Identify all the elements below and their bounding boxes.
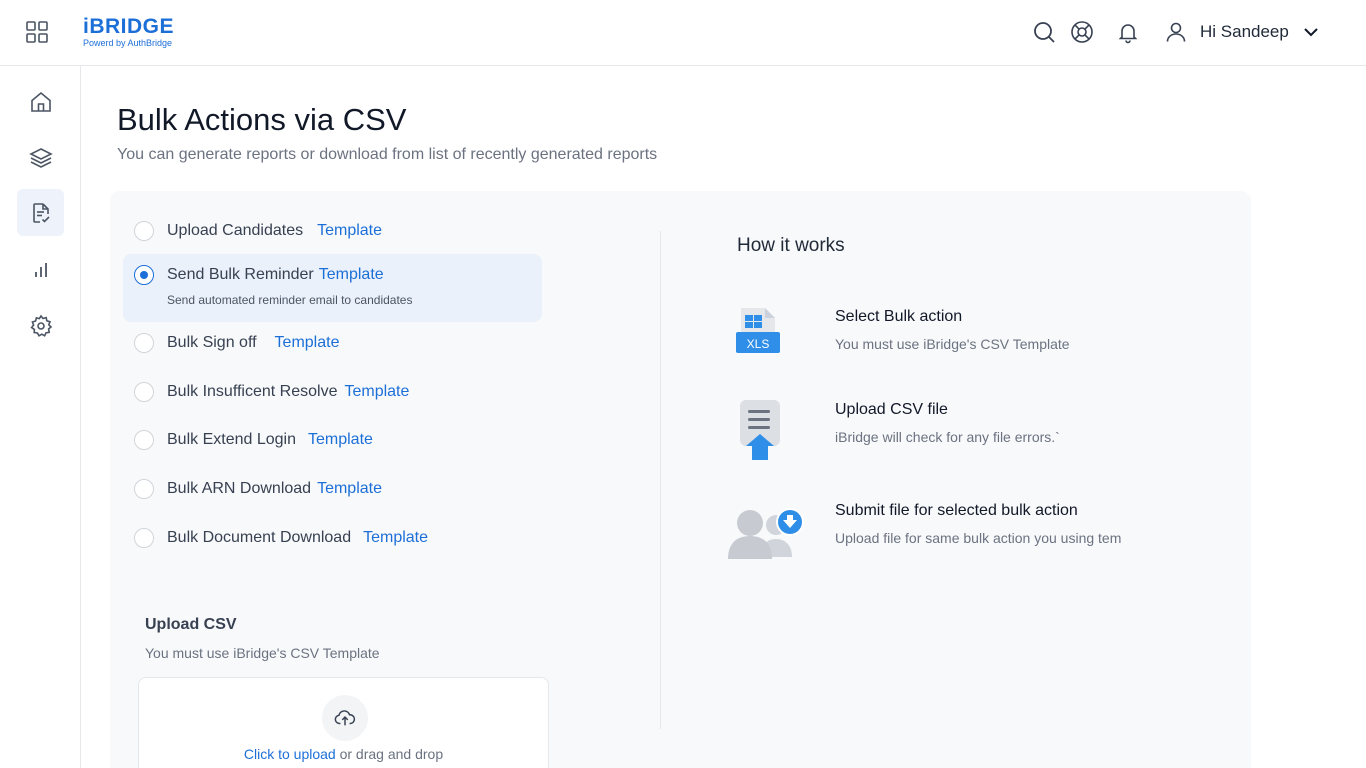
home-icon — [30, 91, 51, 112]
bell-icon[interactable] — [1116, 20, 1140, 44]
user-menu[interactable]: Hi Sandeep — [1164, 20, 1319, 44]
dropzone-text: Click to upload or drag and drop — [139, 746, 548, 762]
option-description: Send automated reminder email to candida… — [167, 293, 413, 307]
search-icon[interactable] — [1032, 20, 1056, 44]
logo-subtitle: Powerd by AuthBridge — [83, 38, 173, 48]
option-label: Bulk Document Download — [167, 529, 352, 546]
bar-chart-icon — [34, 262, 47, 277]
radio-button[interactable] — [134, 430, 154, 450]
option-label: Bulk ARN Download — [167, 480, 312, 497]
radio-button[interactable] — [134, 528, 154, 548]
panel-divider — [660, 231, 661, 729]
upload-document-icon — [740, 400, 780, 460]
page-subtitle: You can generate reports or download fro… — [117, 146, 658, 163]
upload-dropzone[interactable]: Click to upload or drag and drop — [138, 677, 549, 768]
option-label: Bulk Extend Login — [167, 431, 296, 448]
xls-file-icon: XLS — [736, 308, 780, 353]
how-it-works-title: How it works — [737, 235, 845, 256]
sidebar — [0, 66, 81, 768]
chevron-down-icon[interactable] — [1303, 24, 1319, 40]
radio-button[interactable] — [134, 333, 154, 353]
sidebar-item-home[interactable] — [17, 78, 64, 125]
template-link[interactable]: Template — [308, 431, 373, 449]
document-check-icon — [32, 202, 50, 223]
page-title: Bulk Actions via CSV — [117, 102, 407, 137]
step-2-title: Upload CSV file — [835, 401, 948, 418]
option-bulk-insufficent-resolve[interactable]: Bulk Insufficent Resolve Template — [134, 382, 409, 402]
option-upload-candidates[interactable]: Upload Candidates Template — [134, 221, 382, 241]
help-lifebuoy-icon[interactable] — [1070, 20, 1094, 44]
logo-title: iBRIDGE — [83, 15, 175, 38]
option-label: Bulk Sign off — [167, 334, 257, 351]
logo[interactable]: iBRIDGE Powerd by AuthBridge — [83, 15, 175, 49]
option-bulk-sign-off[interactable]: Bulk Sign off Template — [134, 333, 339, 353]
upload-csv-subtitle: You must use iBridge's CSV Template — [145, 645, 380, 661]
upload-csv-title: Upload CSV — [145, 616, 237, 633]
sidebar-item-reports[interactable] — [17, 246, 64, 293]
user-greeting: Hi Sandeep — [1200, 22, 1289, 41]
sidebar-item-bulk-actions[interactable] — [17, 189, 64, 236]
click-to-upload-link[interactable]: Click to upload — [244, 746, 336, 762]
step-3-title: Submit file for selected bulk action — [835, 502, 1078, 519]
template-link[interactable]: Template — [317, 480, 382, 498]
radio-button[interactable] — [134, 382, 154, 402]
option-label: Bulk Insufficent Resolve — [167, 383, 338, 400]
option-bulk-document-download[interactable]: Bulk Document Download Template — [134, 528, 428, 548]
radio-button[interactable] — [134, 221, 154, 241]
sidebar-item-layers[interactable] — [17, 134, 64, 181]
step-1-title: Select Bulk action — [835, 308, 963, 325]
option-label: Upload Candidates — [167, 222, 304, 239]
template-link[interactable]: Template — [344, 383, 409, 401]
template-link[interactable]: Template — [275, 334, 340, 352]
option-bulk-extend-login[interactable]: Bulk Extend Login Template — [134, 430, 373, 450]
template-link[interactable]: Template — [317, 222, 382, 240]
option-send-bulk-reminder[interactable]: Send Bulk Reminder Template — [134, 265, 384, 285]
template-link[interactable]: Template — [363, 529, 428, 547]
drag-drop-text: or drag and drop — [335, 746, 444, 762]
user-icon — [1166, 22, 1186, 42]
step-2-desc: iBridge will check for any file errors.` — [835, 429, 1060, 445]
sidebar-item-settings[interactable] — [17, 302, 64, 349]
top-bar: iBRIDGE Powerd by AuthBridge Hi Sandeep — [0, 0, 1366, 66]
option-label: Send Bulk Reminder — [167, 266, 314, 283]
option-bulk-arn-download[interactable]: Bulk ARN Download Template — [134, 479, 382, 499]
radio-button[interactable] — [134, 479, 154, 499]
layers-icon — [28, 147, 53, 168]
users-submit-icon — [728, 508, 804, 559]
step-1-desc: You must use iBridge's CSV Template — [835, 336, 1070, 352]
gear-icon — [29, 314, 52, 337]
template-link[interactable]: Template — [319, 266, 384, 284]
xls-badge-text: XLS — [747, 337, 770, 351]
radio-button-selected[interactable] — [134, 265, 154, 285]
step-3-desc: Upload file for same bulk action you usi… — [835, 530, 1122, 546]
apps-grid-icon[interactable] — [26, 21, 48, 43]
upload-cloud-icon — [322, 695, 368, 741]
